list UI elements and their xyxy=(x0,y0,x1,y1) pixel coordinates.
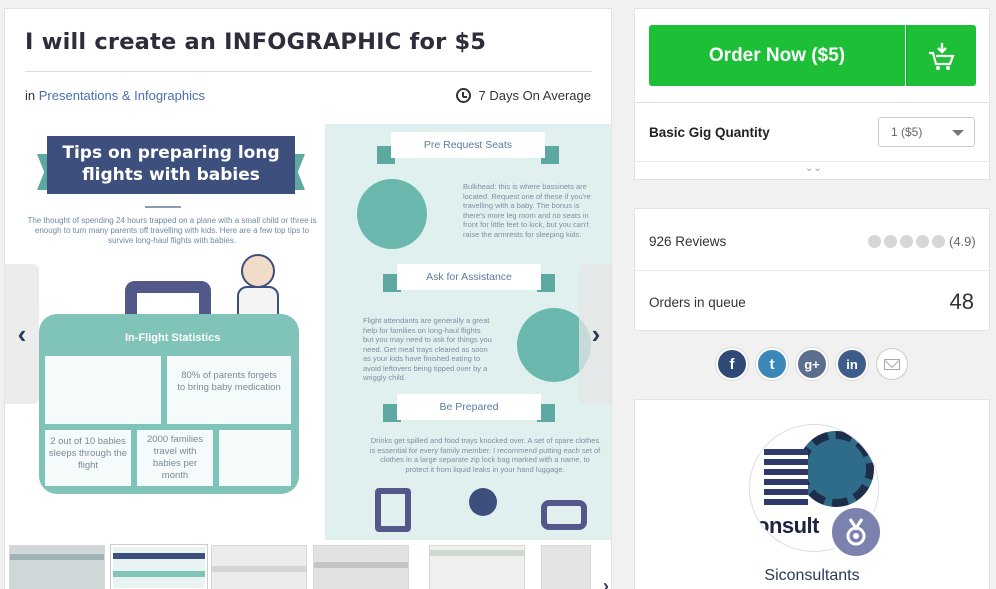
gig-panel: I will create an INFOGRAPHIC for $5 in P… xyxy=(4,8,612,589)
heading-line-2: flights with babies xyxy=(82,165,260,185)
linkedin-icon: in xyxy=(846,356,858,372)
stats-title: In-Flight Statistics xyxy=(125,332,221,344)
gallery-thumbnails: › xyxy=(5,540,611,589)
section-2-title: Ask for Assistance xyxy=(397,264,541,290)
star-icon xyxy=(900,235,913,248)
infographic-banner: Tips on preparing long flights with babi… xyxy=(37,136,305,200)
google-plus-icon: g+ xyxy=(804,356,820,372)
delivery-time: 7 Days On Average xyxy=(455,88,592,103)
thumbnail-2[interactable] xyxy=(110,544,208,589)
thumbnail-4[interactable] xyxy=(313,545,409,589)
stat-box-plane xyxy=(45,356,161,424)
gig-gallery[interactable]: Tips on preparing long flights with babi… xyxy=(5,124,611,540)
stat-box-4 xyxy=(219,430,291,486)
thumbnail-1[interactable] xyxy=(9,545,105,589)
section-1-title: Pre Request Seats xyxy=(391,132,545,158)
medal-icon xyxy=(846,518,866,546)
gallery-prev-button[interactable]: ‹ xyxy=(5,264,39,404)
twitter-share-button[interactable]: t xyxy=(756,348,788,380)
gallery-next-button[interactable]: › xyxy=(579,264,611,404)
cart-icon xyxy=(928,42,955,70)
star-icon xyxy=(916,235,929,248)
stat-3: 2000 families travel with babies per mon… xyxy=(147,434,203,481)
reviews-count[interactable]: 926 Reviews xyxy=(649,234,726,249)
thumbnails-next-button[interactable]: › xyxy=(603,576,609,589)
clock-icon xyxy=(455,88,471,103)
rating-value: (4.9) xyxy=(949,234,976,249)
divider xyxy=(635,102,989,103)
star-icon xyxy=(884,235,897,248)
facebook-icon: f xyxy=(729,355,735,373)
queue-label: Orders in queue xyxy=(649,295,746,310)
luggage-illustration xyxy=(375,488,411,532)
order-panel: Order Now ($5) Basic Gig Quantity 1 ($5)… xyxy=(634,8,990,180)
gear-icon xyxy=(798,431,874,507)
section-2-text: Flight attendants are generally a great … xyxy=(363,316,492,382)
thumbnail-graphic xyxy=(314,562,408,568)
email-share-button[interactable] xyxy=(876,348,908,380)
seller-level-badge xyxy=(829,505,883,559)
gig-title: I will create an INFOGRAPHIC for $5 xyxy=(25,29,487,55)
gig-category: in Presentations & Infographics xyxy=(25,88,205,103)
section-3-title: Be Prepared xyxy=(397,394,541,420)
infographic-right-page: Pre Request Seats Bulkhead: this is wher… xyxy=(325,124,611,540)
envelope-icon xyxy=(884,358,900,370)
divider xyxy=(635,270,989,271)
quantity-select[interactable]: 1 ($5) xyxy=(878,117,975,147)
expand-chevron-icon[interactable]: ⌄⌄ xyxy=(805,163,822,174)
facebook-share-button[interactable]: f xyxy=(716,348,748,380)
stat-2: 2 out of 10 babies sleeps through the fl… xyxy=(48,436,128,471)
queue-value: 48 xyxy=(949,289,974,314)
infographic-intro: The thought of spending 24 hours trapped… xyxy=(27,216,317,245)
thumbnail-graphic xyxy=(430,550,524,556)
thumbnail-graphic xyxy=(113,571,205,577)
avatar-logo-text: onsult xyxy=(756,513,820,538)
plane-icon xyxy=(145,206,181,208)
category-link[interactable]: Presentations & Infographics xyxy=(39,88,205,103)
add-to-cart-button[interactable] xyxy=(906,25,976,86)
stats-panel: 926 Reviews (4.9) Orders in queue 48 xyxy=(634,208,990,331)
star-icon xyxy=(868,235,881,248)
google-plus-share-button[interactable]: g+ xyxy=(796,348,828,380)
thumbnail-5[interactable] xyxy=(429,545,525,589)
heading-line-1: Tips on preparing long xyxy=(62,143,280,163)
linkedin-share-button[interactable]: in xyxy=(836,348,868,380)
logo-stripes xyxy=(764,449,808,507)
bag-illustration xyxy=(541,500,587,530)
stat-1: 80% of parents forgets to bring baby med… xyxy=(177,370,281,393)
baby-illustration xyxy=(469,488,497,516)
rating-stars xyxy=(868,235,945,248)
quantity-label: Basic Gig Quantity xyxy=(649,125,770,140)
section-1-text: Bulkhead: this is where bassinets are lo… xyxy=(463,182,591,239)
delivery-text: 7 Days On Average xyxy=(478,88,592,103)
baby-seat-illustration xyxy=(357,179,427,249)
infographic-left-page: Tips on preparing long flights with babi… xyxy=(5,124,325,540)
twitter-icon: t xyxy=(769,355,775,373)
thumbnail-6[interactable] xyxy=(541,545,591,589)
seller-panel: onsult Siconsultants xyxy=(634,399,990,589)
seller-name[interactable]: Siconsultants xyxy=(635,567,989,585)
order-now-button[interactable]: Order Now ($5) xyxy=(649,25,905,86)
infographic-heading: Tips on preparing long flights with babi… xyxy=(47,136,295,194)
suitcase-handle xyxy=(125,281,211,317)
star-icon xyxy=(932,235,945,248)
divider xyxy=(25,71,592,72)
category-prefix: in xyxy=(25,88,36,103)
section-3-text: Drinks get spilled and food trays knocke… xyxy=(369,436,601,474)
thumbnail-graphic xyxy=(113,553,205,559)
divider xyxy=(635,161,989,162)
thumbnail-graphic xyxy=(10,554,104,560)
thumbnail-3[interactable] xyxy=(211,545,307,589)
baby-illustration xyxy=(241,254,275,288)
thumbnail-graphic xyxy=(212,566,306,572)
